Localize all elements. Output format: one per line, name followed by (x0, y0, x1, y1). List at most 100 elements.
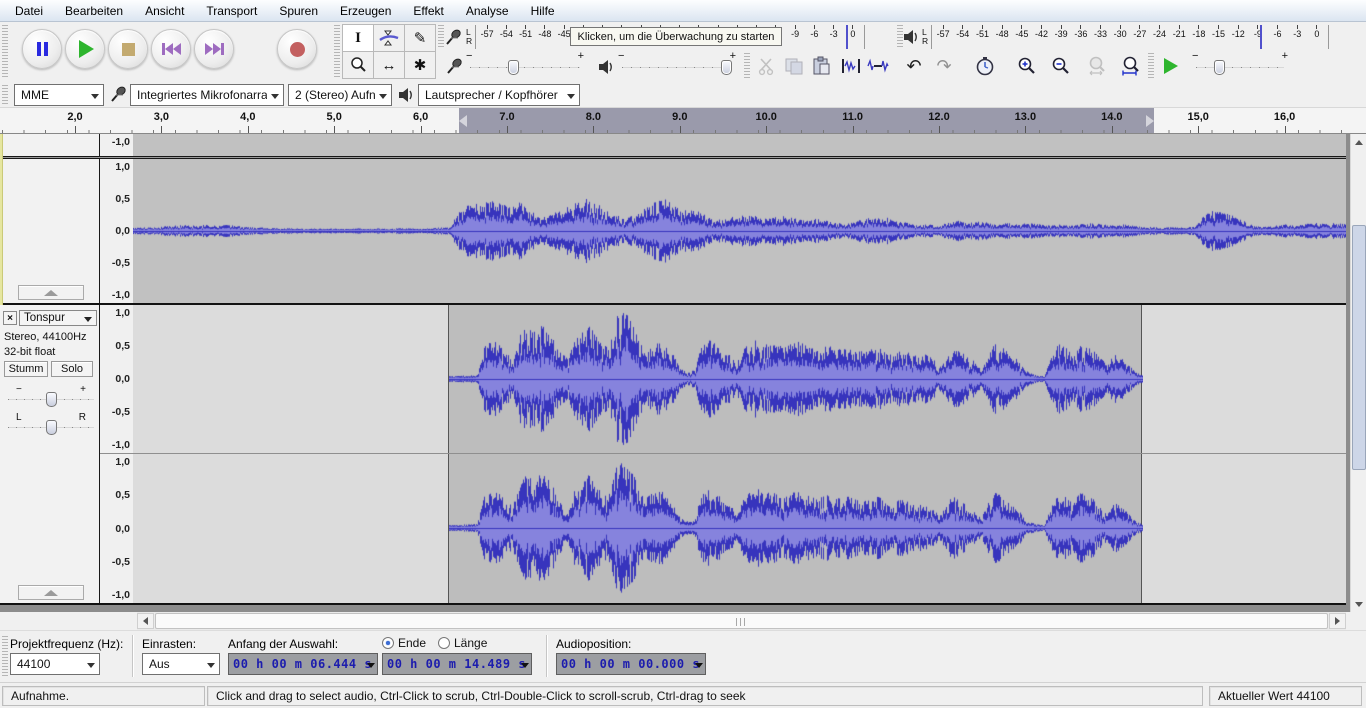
scroll-right-button[interactable] (1329, 613, 1346, 629)
vertical-scroll-thumb[interactable] (1352, 225, 1366, 470)
cut-button[interactable] (754, 53, 780, 79)
partial-track-panel[interactable] (0, 134, 100, 156)
stereo-track-row[interactable]: × Tonspur Stereo, 44100Hz 32-bit float S… (0, 305, 1346, 603)
playback-volume-slider[interactable]: − + (618, 52, 736, 78)
stereo-track-panel[interactable]: × Tonspur Stereo, 44100Hz 32-bit float S… (0, 305, 100, 603)
menu-hilfe[interactable]: Hilfe (520, 1, 566, 21)
fit-selection-button[interactable] (1084, 53, 1110, 79)
trim-audio-button[interactable] (838, 53, 864, 79)
silence-audio-button[interactable] (865, 53, 891, 79)
playback-device-select[interactable]: Lautsprecher / Kopfhörer (418, 84, 580, 106)
collapse-track-button[interactable] (18, 285, 84, 300)
draw-tool-button[interactable]: ✎ (404, 24, 436, 52)
record-button[interactable] (277, 29, 317, 69)
zoom-tool-button[interactable] (342, 51, 374, 79)
right-channel-waveform[interactable] (449, 454, 1143, 602)
recording-channels-select[interactable]: 2 (Stereo) Aufn (288, 84, 392, 106)
scroll-up-button[interactable] (1351, 134, 1366, 150)
partial-track-ruler[interactable]: -1,0 (100, 134, 133, 156)
partial-track-wave-area[interactable] (133, 134, 1346, 156)
selection-left-handle-icon[interactable] (459, 115, 467, 127)
audio-clip-left[interactable] (448, 305, 1142, 453)
redo-button[interactable]: ↷ (931, 53, 957, 79)
tools-toolbar-grip[interactable] (334, 25, 340, 79)
mono-track-row[interactable]: 1,00,50,0-0,5-1,0 (0, 159, 1346, 303)
vertical-scrollbar[interactable] (1350, 134, 1366, 612)
left-channel-wave-area[interactable] (133, 305, 1346, 453)
menu-ansicht[interactable]: Ansicht (134, 1, 195, 21)
transport-toolbar-grip[interactable] (2, 25, 8, 79)
play-button[interactable] (65, 29, 105, 69)
menu-erzeugen[interactable]: Erzeugen (329, 1, 402, 21)
project-rate-select[interactable]: 44100 (10, 653, 100, 675)
collapse-track-button[interactable] (18, 585, 84, 600)
track-name-menu[interactable]: Tonspur (19, 310, 97, 326)
pause-button[interactable] (22, 29, 62, 69)
length-radio[interactable]: Länge (438, 636, 487, 650)
audio-clip-right[interactable] (448, 454, 1142, 603)
time-shift-tool-button[interactable]: ↔ (373, 51, 405, 79)
undo-button[interactable]: ↶ (901, 53, 927, 79)
selection-toolbar-grip[interactable] (2, 636, 8, 678)
skip-to-end-button[interactable] (194, 29, 234, 69)
copy-button[interactable] (781, 53, 807, 79)
recording-meter-grip[interactable] (438, 25, 444, 49)
menu-bearbeiten[interactable]: Bearbeiten (54, 1, 134, 21)
menu-datei[interactable]: Datei (4, 1, 54, 21)
horizontal-scroll-thumb[interactable] (155, 613, 1328, 629)
scroll-down-button[interactable] (1351, 596, 1366, 612)
selection-tool-button[interactable]: I (342, 24, 374, 52)
audio-host-select[interactable]: MME (14, 84, 104, 106)
skip-to-start-button[interactable] (151, 29, 191, 69)
stereo-left-channel[interactable]: 1,00,50,0-0,5-1,0 (100, 305, 1346, 453)
zoom-in-button[interactable] (1014, 53, 1040, 79)
menu-analyse[interactable]: Analyse (455, 1, 520, 21)
edit-toolbar-grip[interactable] (744, 53, 750, 79)
mono-track-panel[interactable] (0, 159, 100, 303)
playback-meter[interactable]: LR -57-54-51-48-45-42-39-36-33-30-27-24-… (903, 24, 1358, 50)
scroll-left-button[interactable] (137, 613, 154, 629)
menu-effekt[interactable]: Effekt (402, 1, 454, 21)
gain-slider[interactable]: − + (8, 385, 94, 409)
mono-waveform[interactable] (133, 160, 1346, 302)
recording-volume-thumb[interactable] (508, 60, 519, 75)
close-track-button[interactable]: × (3, 311, 17, 325)
selection-end-field[interactable]: 00 h 00 m 14.489 s (382, 653, 532, 675)
pan-slider[interactable]: L R (8, 413, 94, 437)
fit-project-button[interactable] (1118, 53, 1144, 79)
recording-volume-slider[interactable]: − + (466, 52, 584, 78)
left-channel-ruler[interactable]: 1,00,50,0-0,5-1,0 (100, 305, 133, 453)
snap-to-select[interactable]: Aus (142, 653, 220, 675)
pan-thumb[interactable] (46, 420, 57, 435)
menu-spuren[interactable]: Spuren (268, 1, 329, 21)
play-at-speed-button[interactable] (1158, 53, 1184, 79)
stop-button[interactable] (108, 29, 148, 69)
track-area[interactable]: -1,0 1,00,50,0-0,5-1,0 × (0, 134, 1350, 612)
right-channel-ruler[interactable]: 1,00,50,0-0,5-1,0 (100, 454, 133, 603)
right-channel-wave-area[interactable] (133, 454, 1346, 603)
selection-right-handle-icon[interactable] (1146, 115, 1154, 127)
menu-transport[interactable]: Transport (195, 1, 268, 21)
timeline-ruler[interactable]: 2,03,04,05,06,07.08.09.010.011.012.013.0… (0, 108, 1366, 134)
playback-volume-thumb[interactable] (721, 60, 732, 75)
left-channel-waveform[interactable] (449, 305, 1143, 453)
mono-waveform-area[interactable] (133, 159, 1346, 303)
selection-start-field[interactable]: 00 h 00 m 06.444 s (228, 653, 378, 675)
mute-button[interactable]: Stumm (4, 361, 48, 377)
zoom-out-button[interactable] (1048, 53, 1074, 79)
mono-amplitude-ruler[interactable]: 1,00,50,0-0,5-1,0 (100, 159, 133, 303)
partial-track-row[interactable]: -1,0 (0, 134, 1346, 156)
playback-meter-scale[interactable]: -57-54-51-48-45-42-39-36-33-30-27-24-21-… (931, 25, 1329, 49)
solo-button[interactable]: Solo (51, 361, 93, 377)
stereo-right-channel[interactable]: 1,00,50,0-0,5-1,0 (100, 454, 1346, 603)
device-toolbar-grip[interactable] (2, 85, 8, 105)
horizontal-scrollbar[interactable] (137, 612, 1346, 630)
playback-speed-thumb[interactable] (1214, 60, 1225, 75)
recording-device-select[interactable]: Integriertes Mikrofonarray (130, 84, 284, 106)
timer-record-button[interactable] (972, 53, 998, 79)
paste-button[interactable] (808, 53, 834, 79)
multi-tool-button[interactable]: ✱ (404, 51, 436, 79)
playback-speed-slider[interactable]: − + (1192, 52, 1288, 78)
envelope-tool-button[interactable] (373, 24, 405, 52)
end-radio[interactable]: Ende (382, 636, 426, 650)
